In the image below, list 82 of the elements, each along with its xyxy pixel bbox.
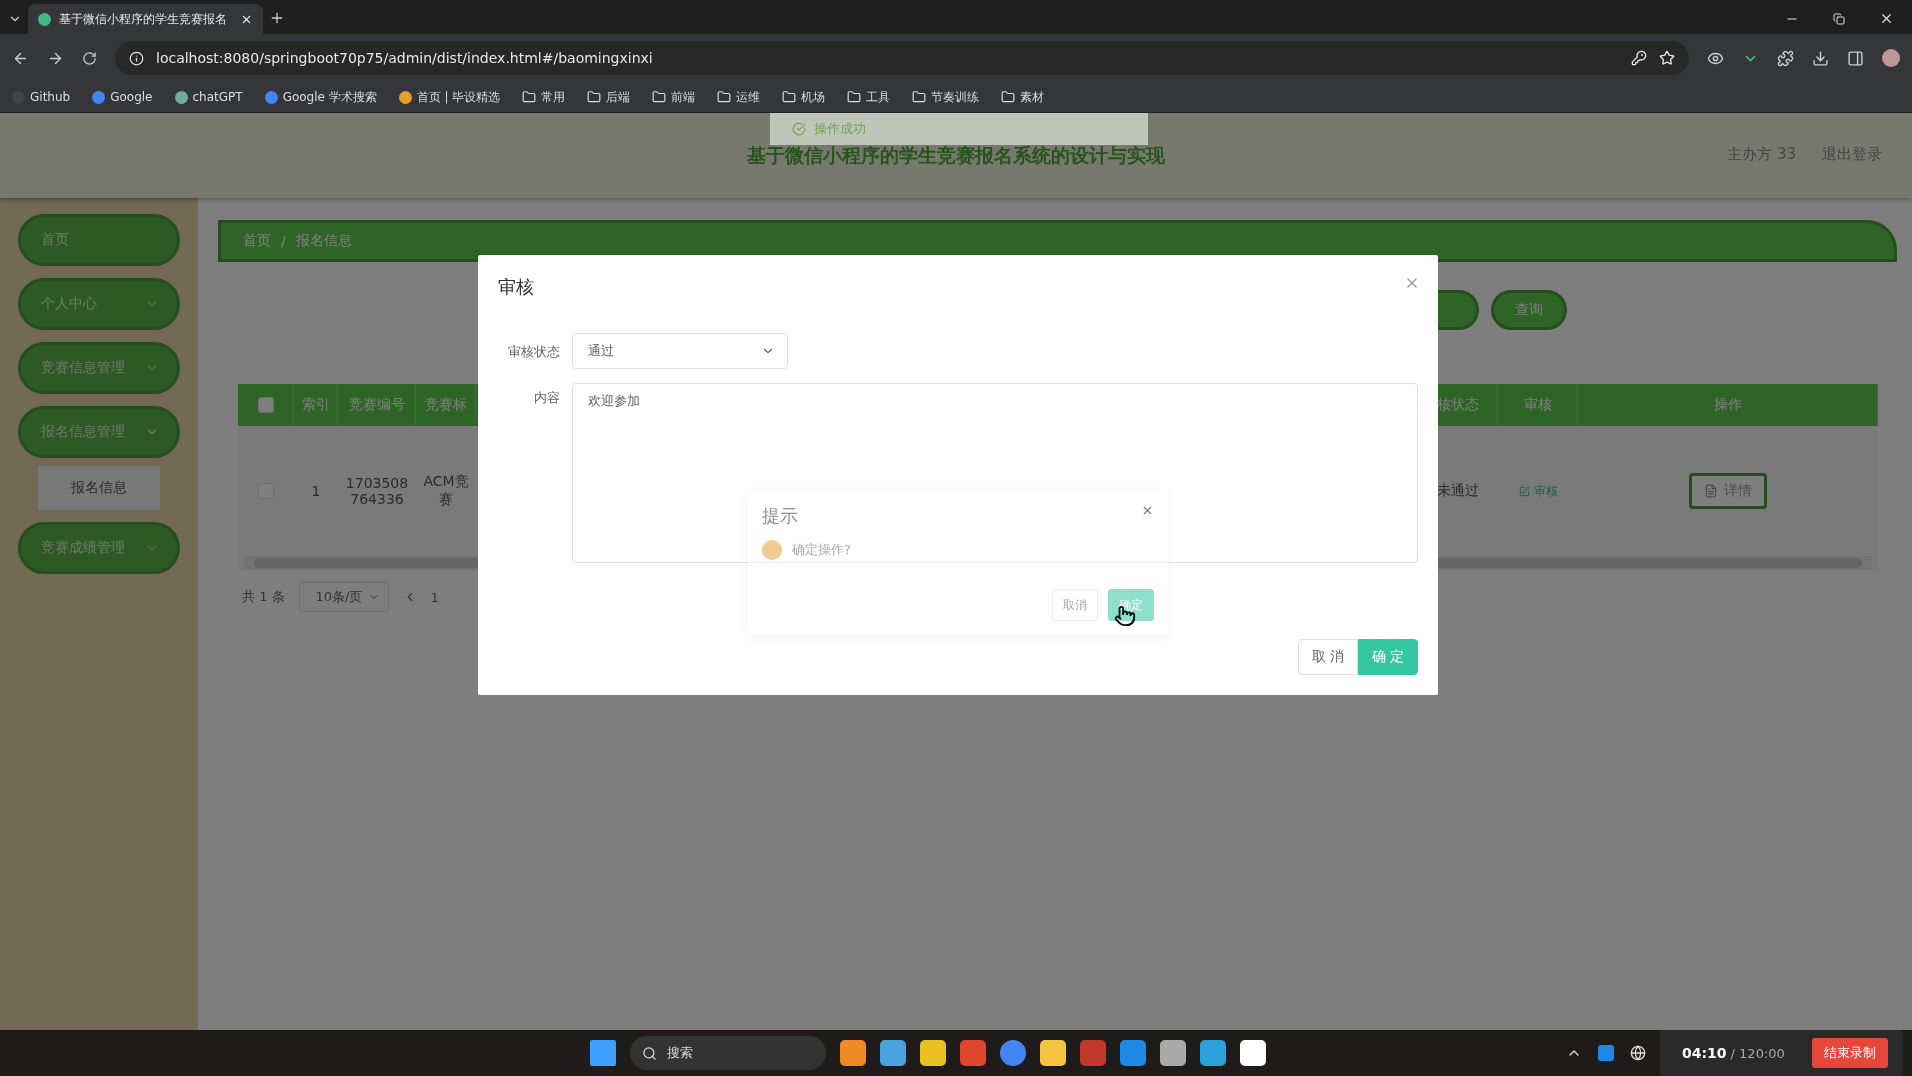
bookmark[interactable]: 节奏训练 [912,88,980,106]
bookmark[interactable]: 素材 [1001,88,1045,106]
close-icon[interactable] [1879,11,1894,26]
folder-icon [782,90,797,104]
select-all-checkbox[interactable] [257,397,274,413]
bookmark[interactable]: 常用 [522,88,566,106]
site-icon [174,90,188,104]
status-select[interactable]: 通过 [572,333,788,369]
restore-icon[interactable] [1833,12,1845,25]
total-count: 共 1 条 [242,588,285,606]
taskbar-app-icon[interactable] [1200,1040,1226,1066]
table-cell: 1703508764336 [344,475,410,507]
star-icon[interactable] [1659,50,1675,66]
folder-icon [587,90,602,104]
avatar-icon[interactable] [1882,49,1900,67]
sidebar-subitem[interactable]: 报名信息 [38,466,160,510]
folder-icon [652,90,667,104]
network-icon[interactable] [1630,1045,1646,1061]
column-header: 竞赛标 [424,396,467,414]
recording-time: 04:10 [1682,1045,1727,1061]
site-icon [92,90,106,104]
bookmark[interactable]: Github [12,90,71,104]
stop-recording-button[interactable]: 结束录制 [1812,1038,1888,1068]
taskbar-app-icon[interactable] [1160,1040,1186,1066]
breadcrumb-separator: / [281,233,286,249]
folder-icon [847,90,862,104]
bookmark[interactable]: 后端 [587,88,631,106]
taskbar-app-icon[interactable] [1120,1040,1146,1066]
site-title: 基于微信小程序的学生竞赛报名系统的设计与实现 [747,142,1165,168]
bookmark[interactable]: 工具 [847,88,891,106]
cancel-button[interactable]: 取 消 [1298,639,1358,675]
taskbar-app-icon[interactable] [1040,1040,1066,1066]
puzzle-icon[interactable] [1777,49,1794,67]
column-header: 索引 [301,396,330,414]
site-icon [264,90,278,104]
field-label: 内容 [533,389,560,407]
column-header: 竞赛编号 [348,396,405,414]
dialog-title: 审核 [498,275,534,299]
column-header: 核状态 [1436,396,1479,414]
success-toast: 操作成功 [770,113,1148,145]
bookmark[interactable]: 运维 [717,88,761,106]
new-tab-icon[interactable] [269,10,285,26]
column-header: 操作 [1713,396,1742,414]
confirm-message: 确定操作? [792,541,851,559]
info-icon [129,50,144,66]
browser-tab[interactable]: 基于微信小程序的学生竞赛报名 [28,4,263,34]
bookmark[interactable]: Google 学术搜索 [264,88,377,106]
success-icon [792,122,806,136]
warning-icon [762,540,782,560]
bookmark[interactable]: 前端 [652,88,696,106]
table-cell: 未通过 [1437,482,1479,500]
address-bar[interactable]: localhost:8080/springboot70p75/admin/dist/index.html#/baomingxinxi [115,41,1689,75]
bookmark[interactable]: 机场 [782,88,826,106]
edit-icon [1518,485,1530,497]
download-icon[interactable] [1812,49,1829,67]
bookmark[interactable]: 首页 | 毕设精选 [398,88,501,106]
folder-icon [912,90,927,104]
folder-icon [717,90,732,104]
taskbar-app-icon[interactable] [880,1040,906,1066]
document-icon [1704,484,1718,498]
key-icon[interactable] [1631,50,1647,66]
taskbar-search[interactable]: 搜索 [630,1036,826,1070]
taskbar-app-icon[interactable] [1000,1040,1026,1066]
bookmark[interactable]: chatGPT [174,90,243,104]
taskbar-app-icon[interactable] [840,1040,866,1066]
folder-icon [1001,90,1016,104]
start-icon[interactable] [590,1040,616,1066]
folder-icon [522,90,537,104]
recording-limit: / 120:00 [1730,1045,1785,1061]
field-label: 审核状态 [507,343,560,361]
table-cell: 1 [311,483,321,499]
column-header: 审核 [1523,396,1552,414]
taskbar-app-icon[interactable] [1240,1040,1266,1066]
bookmark[interactable]: Google [92,90,153,104]
table-cell: ACM竞赛 [422,473,470,509]
taskbar-app-icon[interactable] [920,1040,946,1066]
reload-icon[interactable] [82,50,97,66]
confirm-title: 提示 [762,504,798,528]
side-panel-icon[interactable] [1847,49,1864,67]
site-icon [398,90,412,104]
search-icon [642,1045,657,1061]
tab-title: 基于微信小程序的学生竞赛报名 [59,10,228,28]
